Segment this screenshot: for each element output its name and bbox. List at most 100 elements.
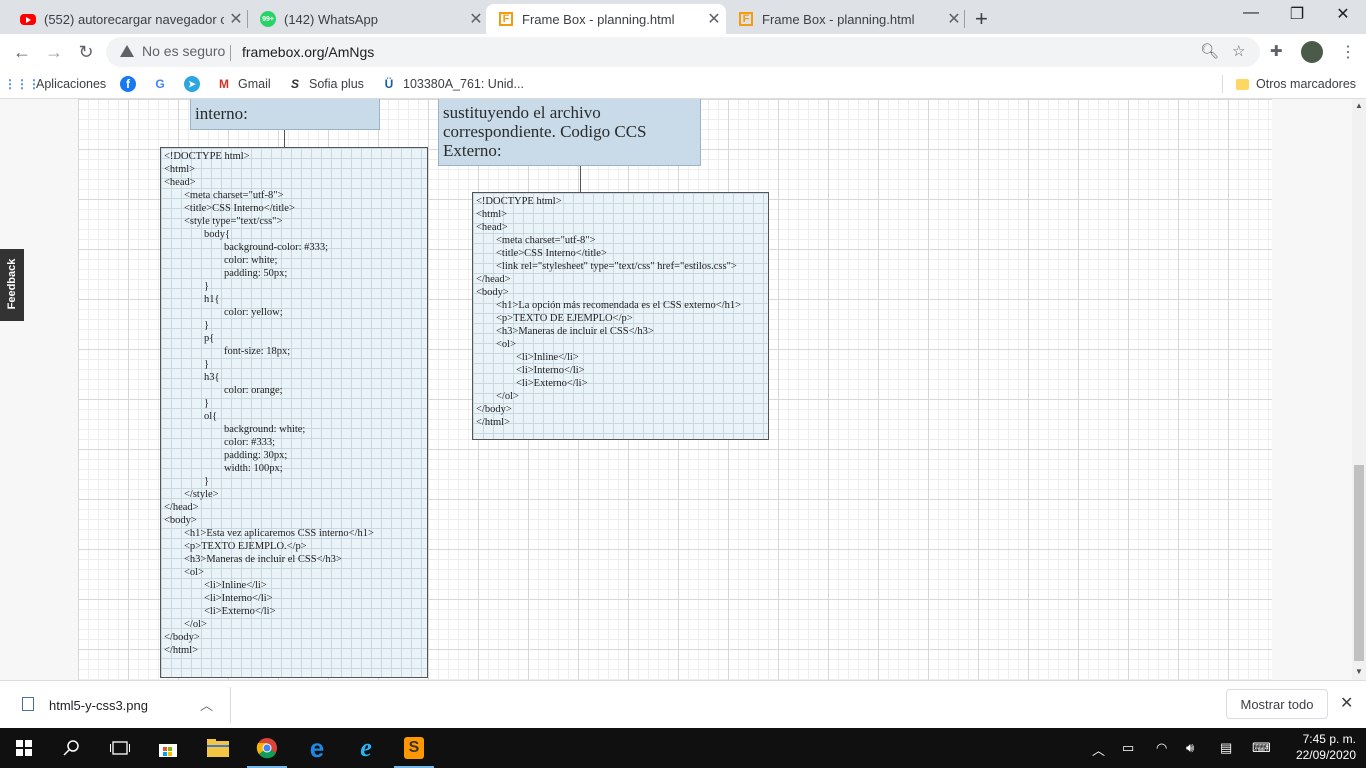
- code-line: <li>Inline</li>: [516, 352, 579, 363]
- code-line: padding: 50px;: [224, 268, 288, 279]
- code-box-css-externo[interactable]: <!DOCTYPE html> <html> <head> <meta charset…: [472, 192, 769, 440]
- windows-start-icon[interactable]: [0, 728, 48, 768]
- bookmark-facebook[interactable]: f: [120, 76, 142, 92]
- feedback-tab[interactable]: Feedback: [0, 249, 24, 321]
- tab-title: (142) WhatsApp: [284, 11, 378, 27]
- code-line: </body>: [476, 404, 512, 415]
- system-clock[interactable]: 7:45 p. m. 22/09/2020: [1276, 731, 1356, 763]
- code-line: <link rel="stylesheet" type="text/css" h…: [496, 261, 737, 272]
- close-icon[interactable]: ✕: [702, 9, 726, 29]
- framebox-icon: F: [498, 11, 514, 27]
- note-line: Externo:: [443, 141, 502, 160]
- planning-canvas[interactable]: interno: sustituyendo el archivo corresp…: [78, 99, 1272, 680]
- volume-icon[interactable]: 🔊︎: [1186, 740, 1194, 756]
- extensions-icon[interactable]: ✚: [1270, 42, 1283, 60]
- telegram-icon: ➤: [184, 76, 200, 92]
- wifi-icon[interactable]: ◠: [1156, 740, 1167, 756]
- sublime-text-icon[interactable]: S: [390, 728, 438, 768]
- zoom-icon[interactable]: 🔍︎: [1200, 42, 1219, 60]
- url-separator: [230, 45, 231, 61]
- bookmark-university[interactable]: Ü 103380A_761: Unid...: [381, 76, 524, 92]
- code-line: <h1>La opción más recomendada es el CSS …: [496, 300, 742, 311]
- code-line: <head>: [476, 222, 508, 233]
- file-explorer-icon[interactable]: [194, 728, 242, 768]
- tab-strip: (552) autorecargar navegador co ✕ 99+ (1…: [0, 0, 1366, 34]
- chrome-icon[interactable]: [243, 728, 291, 768]
- close-icon[interactable]: ✕: [942, 9, 966, 29]
- note-text: interno:: [195, 104, 248, 123]
- download-bar: html5-y-css3.png ︿ Mostrar todo ✕: [0, 680, 1366, 729]
- task-view-icon[interactable]: [96, 728, 144, 768]
- apps-grid-icon: ⋮⋮⋮: [4, 77, 40, 91]
- code-line: }: [204, 320, 210, 331]
- code-line: </head>: [476, 274, 511, 285]
- action-center-icon[interactable]: ▤: [1220, 740, 1232, 756]
- chevron-up-icon[interactable]: ︿: [1092, 740, 1105, 759]
- code-line: <ol>: [496, 339, 517, 350]
- bookmark-label: 103380A_761: Unid...: [403, 77, 524, 91]
- battery-icon[interactable]: ▭: [1122, 740, 1134, 756]
- code-line: <li>Inline</li>: [204, 580, 267, 591]
- other-bookmarks[interactable]: Otros marcadores: [1234, 76, 1356, 92]
- store-icon[interactable]: [144, 728, 192, 768]
- avatar[interactable]: [1301, 41, 1323, 63]
- menu-icon[interactable]: ⋮: [1340, 42, 1356, 62]
- bookmark-star-icon[interactable]: ☆: [1232, 42, 1245, 60]
- address-bar[interactable]: No es seguro framebox.org/AmNgs 🔍︎ ☆: [106, 37, 1260, 67]
- tab-framebox[interactable]: F Frame Box - planning.html ✕: [726, 4, 966, 34]
- bookmark-gmail[interactable]: M Gmail: [216, 76, 271, 92]
- tab-youtube[interactable]: (552) autorecargar navegador co ✕: [8, 4, 248, 34]
- keyboard-icon[interactable]: ⌨: [1252, 740, 1271, 756]
- bookmark-google[interactable]: G: [152, 76, 174, 92]
- scroll-up-arrow[interactable]: ▲: [1355, 101, 1363, 110]
- code-line: <meta charset="utf-8">: [496, 235, 596, 246]
- search-icon[interactable]: [48, 728, 96, 768]
- tab-title: Frame Box - planning.html: [522, 11, 675, 27]
- minimize-button[interactable]: —: [1228, 4, 1274, 22]
- code-line: <!DOCTYPE html>: [164, 151, 250, 162]
- tab-whatsapp[interactable]: 99+ (142) WhatsApp ✕: [248, 4, 488, 34]
- tab-framebox-active[interactable]: F Frame Box - planning.html ✕: [486, 4, 726, 34]
- edge-icon[interactable]: e: [293, 728, 341, 768]
- vertical-scrollbar[interactable]: ▲ ▼: [1352, 99, 1366, 680]
- tab-title: Frame Box - planning.html: [762, 11, 915, 27]
- chevron-up-icon[interactable]: ︿: [200, 695, 213, 714]
- download-file-name[interactable]: html5-y-css3.png: [49, 698, 148, 713]
- note-css-interno[interactable]: interno:: [190, 99, 380, 130]
- url-text[interactable]: framebox.org/AmNgs: [242, 44, 374, 60]
- forward-button[interactable]: →: [42, 40, 66, 64]
- code-line: </body>: [164, 632, 200, 643]
- maximize-button[interactable]: ❐: [1274, 4, 1320, 24]
- close-window-button[interactable]: ✕: [1320, 4, 1366, 24]
- code-line: <body>: [164, 515, 197, 526]
- close-icon[interactable]: ✕: [464, 9, 488, 29]
- new-tab-button[interactable]: +: [975, 6, 988, 32]
- code-line: <style type="text/css">: [184, 216, 283, 227]
- bookmark-telegram[interactable]: ➤: [184, 76, 206, 92]
- code-line: <li>Externo</li>: [516, 378, 588, 389]
- note-line: correspondiente. Codigo CCS: [443, 122, 647, 141]
- whatsapp-icon: 99+: [260, 11, 276, 27]
- back-button[interactable]: ←: [10, 40, 34, 64]
- code-box-css-interno[interactable]: <!DOCTYPE html> <html> <head> <meta charset…: [160, 147, 428, 678]
- close-icon[interactable]: ✕: [1340, 693, 1353, 713]
- security-indicator[interactable]: No es seguro: [120, 43, 225, 59]
- reload-button[interactable]: ↻: [74, 40, 98, 64]
- code-line: <meta charset="utf-8">: [184, 190, 284, 201]
- bookmarks-bar: ⋮⋮⋮ Aplicaciones f G ➤ M Gmail S Sofia p…: [0, 70, 1366, 99]
- code-line: color: yellow;: [224, 307, 283, 318]
- code-line: </ol>: [496, 391, 519, 402]
- scroll-down-arrow[interactable]: ▼: [1355, 667, 1363, 676]
- bookmark-label: Aplicaciones: [36, 77, 107, 91]
- show-all-button[interactable]: Mostrar todo: [1226, 689, 1328, 719]
- code-line: color: #333;: [224, 437, 276, 448]
- code-line: <li>Externo</li>: [204, 606, 276, 617]
- internet-explorer-icon[interactable]: e: [342, 728, 390, 768]
- scrollbar-thumb[interactable]: [1354, 465, 1364, 661]
- bookmark-apps[interactable]: ⋮⋮⋮ Aplicaciones: [4, 76, 107, 92]
- code-line: <head>: [164, 177, 196, 188]
- bookmark-sofia-plus[interactable]: S Sofia plus: [287, 76, 364, 92]
- note-css-externo[interactable]: sustituyendo el archivo correspondiente.…: [438, 99, 701, 166]
- close-icon[interactable]: ✕: [224, 9, 248, 29]
- code-line: <body>: [476, 287, 509, 298]
